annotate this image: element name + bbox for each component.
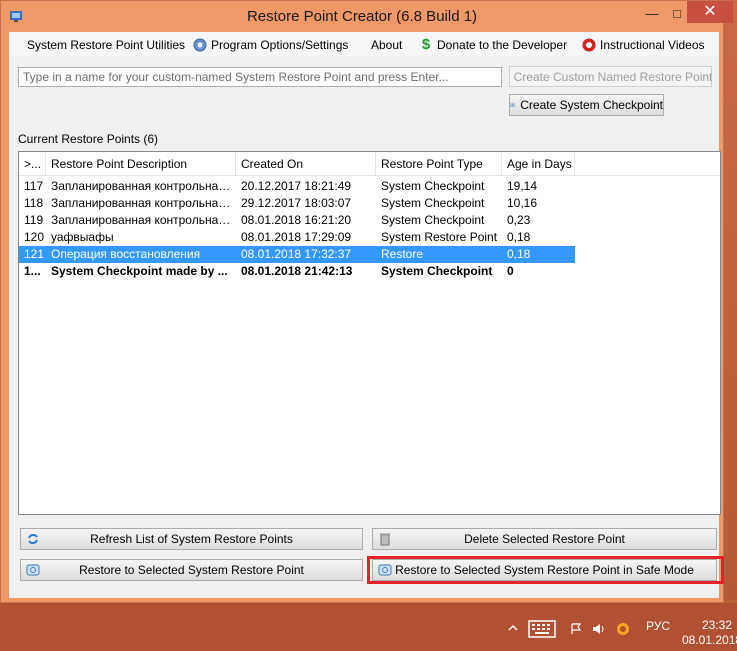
cell-description: Операция восстановления (51, 247, 201, 261)
list-row[interactable]: 1... System Checkpoint made by ... 08.01.2… (19, 263, 575, 280)
menu-label: Instructional Videos (600, 38, 705, 52)
cell-description: уафвыафы (51, 230, 114, 244)
cell-created-on: 08.01.2018 17:29:09 (241, 230, 352, 244)
minimize-button[interactable]: — (639, 3, 665, 27)
app-window: Restore Point Creator (6.8 Build 1) — □ … (0, 0, 733, 603)
client-area: System Restore Point Utilities Program O… (9, 32, 721, 598)
cell-type: System Checkpoint (381, 179, 485, 193)
list-row[interactable]: 117 Запланированная контрольная т... 20.12… (19, 178, 575, 195)
list-row[interactable]: 121 Операция восстановления 08.01.2018 17:… (19, 246, 575, 263)
menu-donate[interactable]: $ Donate to the Developer (419, 36, 567, 54)
restore-points-list[interactable]: >... Restore Point Description Created O… (18, 151, 721, 515)
cell-id: 1... (24, 264, 41, 278)
cell-age: 0,23 (507, 213, 531, 227)
column-header-type[interactable]: Restore Point Type (376, 152, 502, 176)
clock[interactable]: 23:32 08.01.2018 (682, 618, 737, 648)
list-row[interactable]: 120 уафвыафы 08.01.2018 17:29:09 System Res… (19, 229, 575, 246)
list-header: >... Restore Point Description Created O… (19, 152, 720, 176)
clock-time: 23:32 (701, 618, 732, 632)
menu-label: Program Options/Settings (211, 38, 349, 52)
flag-icon[interactable] (570, 623, 582, 635)
cell-created-on: 08.01.2018 17:32:37 (241, 247, 352, 261)
menu-bar: System Restore Point Utilities Program O… (9, 32, 719, 56)
cell-description: Запланированная контрольная т... (51, 196, 236, 210)
button-label: Create Custom Named Restore Point (513, 69, 713, 84)
cell-type: System Checkpoint (381, 264, 493, 278)
restore-points-label: Current Restore Points (6) (18, 132, 159, 146)
cell-id: 118 (24, 196, 44, 210)
column-header-age[interactable]: Age in Days (502, 152, 575, 176)
create-system-checkpoint-button[interactable]: Create System Checkpoint (509, 94, 664, 116)
restore-button[interactable]: Restore to Selected System Restore Point (20, 559, 363, 581)
refresh-list-button[interactable]: Refresh List of System Restore Points (20, 528, 363, 550)
gear-icon (193, 38, 207, 52)
cell-created-on: 20.12.2017 18:21:49 (241, 179, 352, 193)
tray-overflow-icon[interactable] (508, 623, 518, 633)
menu-instructional-videos[interactable]: Instructional Videos (582, 36, 705, 54)
create-custom-restore-point-button[interactable]: Create Custom Named Restore Point (509, 66, 712, 87)
cell-age: 0 (507, 264, 514, 278)
cell-id: 120 (24, 230, 45, 244)
menu-label: System Restore Point Utilities (27, 38, 186, 52)
menu-program-options[interactable]: Program Options/Settings (193, 36, 348, 54)
column-header-description[interactable]: Restore Point Description (46, 152, 236, 176)
keyboard-icon[interactable] (528, 620, 556, 638)
cell-description: System Checkpoint made by ... (51, 264, 228, 278)
menu-label: About (371, 38, 403, 52)
list-row[interactable]: 118 Запланированная контрольная т... 29.12… (19, 195, 575, 212)
cell-description: Запланированная контрольная т... (51, 213, 236, 227)
delete-restore-point-button[interactable]: Delete Selected Restore Point (372, 528, 717, 550)
cell-age: 19,14 (507, 179, 538, 193)
button-label: Refresh List of System Restore Points (90, 532, 293, 546)
window-title: Restore Point Creator (6.8 Build 1) (246, 8, 478, 25)
restore-icon (26, 564, 40, 576)
cell-created-on: 08.01.2018 16:21:20 (241, 213, 352, 227)
list-row[interactable]: 119 Запланированная контрольная т... 08.01… (19, 212, 575, 229)
button-label: Restore to Selected System Restore Point (79, 563, 304, 577)
cell-created-on: 29.12.2017 18:03:07 (241, 196, 352, 210)
title-bar[interactable]: Restore Point Creator (6.8 Build 1) — □ … (1, 1, 733, 32)
dollar-icon: $ (421, 36, 431, 53)
restore-point-name-input[interactable] (18, 67, 502, 87)
checkpoint-icon (510, 102, 516, 108)
desktop-background (724, 0, 737, 600)
button-label: Delete Selected Restore Point (464, 532, 625, 546)
column-header-id[interactable]: >... (19, 152, 46, 176)
language-indicator[interactable]: РУС (646, 613, 670, 639)
app-tray-icon[interactable] (616, 622, 630, 636)
button-label: Create System Checkpoint (520, 98, 663, 112)
cell-age: 0,18 (507, 247, 531, 261)
cell-type: Restore (381, 247, 424, 261)
cell-description: Запланированная контрольная т... (51, 179, 236, 193)
cell-type: System Checkpoint (381, 213, 485, 227)
menu-label: Donate to the Developer (437, 38, 568, 52)
volume-icon[interactable] (592, 623, 606, 635)
column-header-created-on[interactable]: Created On (236, 152, 376, 176)
cell-type: System Restore Point (381, 230, 498, 244)
cell-id: 117 (24, 179, 44, 193)
cell-age: 10,16 (507, 196, 538, 210)
video-icon (582, 38, 596, 52)
cell-created-on: 08.01.2018 21:42:13 (241, 264, 353, 278)
highlight-box (367, 556, 724, 584)
close-button[interactable]: ✕ (687, 1, 733, 23)
menu-about[interactable]: About (371, 36, 402, 54)
cell-type: System Checkpoint (381, 196, 485, 210)
cell-id: 119 (24, 213, 44, 227)
clock-date: 08.01.2018 (682, 633, 737, 647)
trash-icon (380, 533, 390, 546)
refresh-icon (28, 534, 38, 544)
taskbar: РУС 23:32 08.01.2018 (0, 603, 737, 651)
cell-age: 0,18 (507, 230, 531, 244)
menu-system-restore-point-utilities[interactable]: System Restore Point Utilities (27, 36, 185, 54)
cell-id: 121 (24, 247, 45, 261)
